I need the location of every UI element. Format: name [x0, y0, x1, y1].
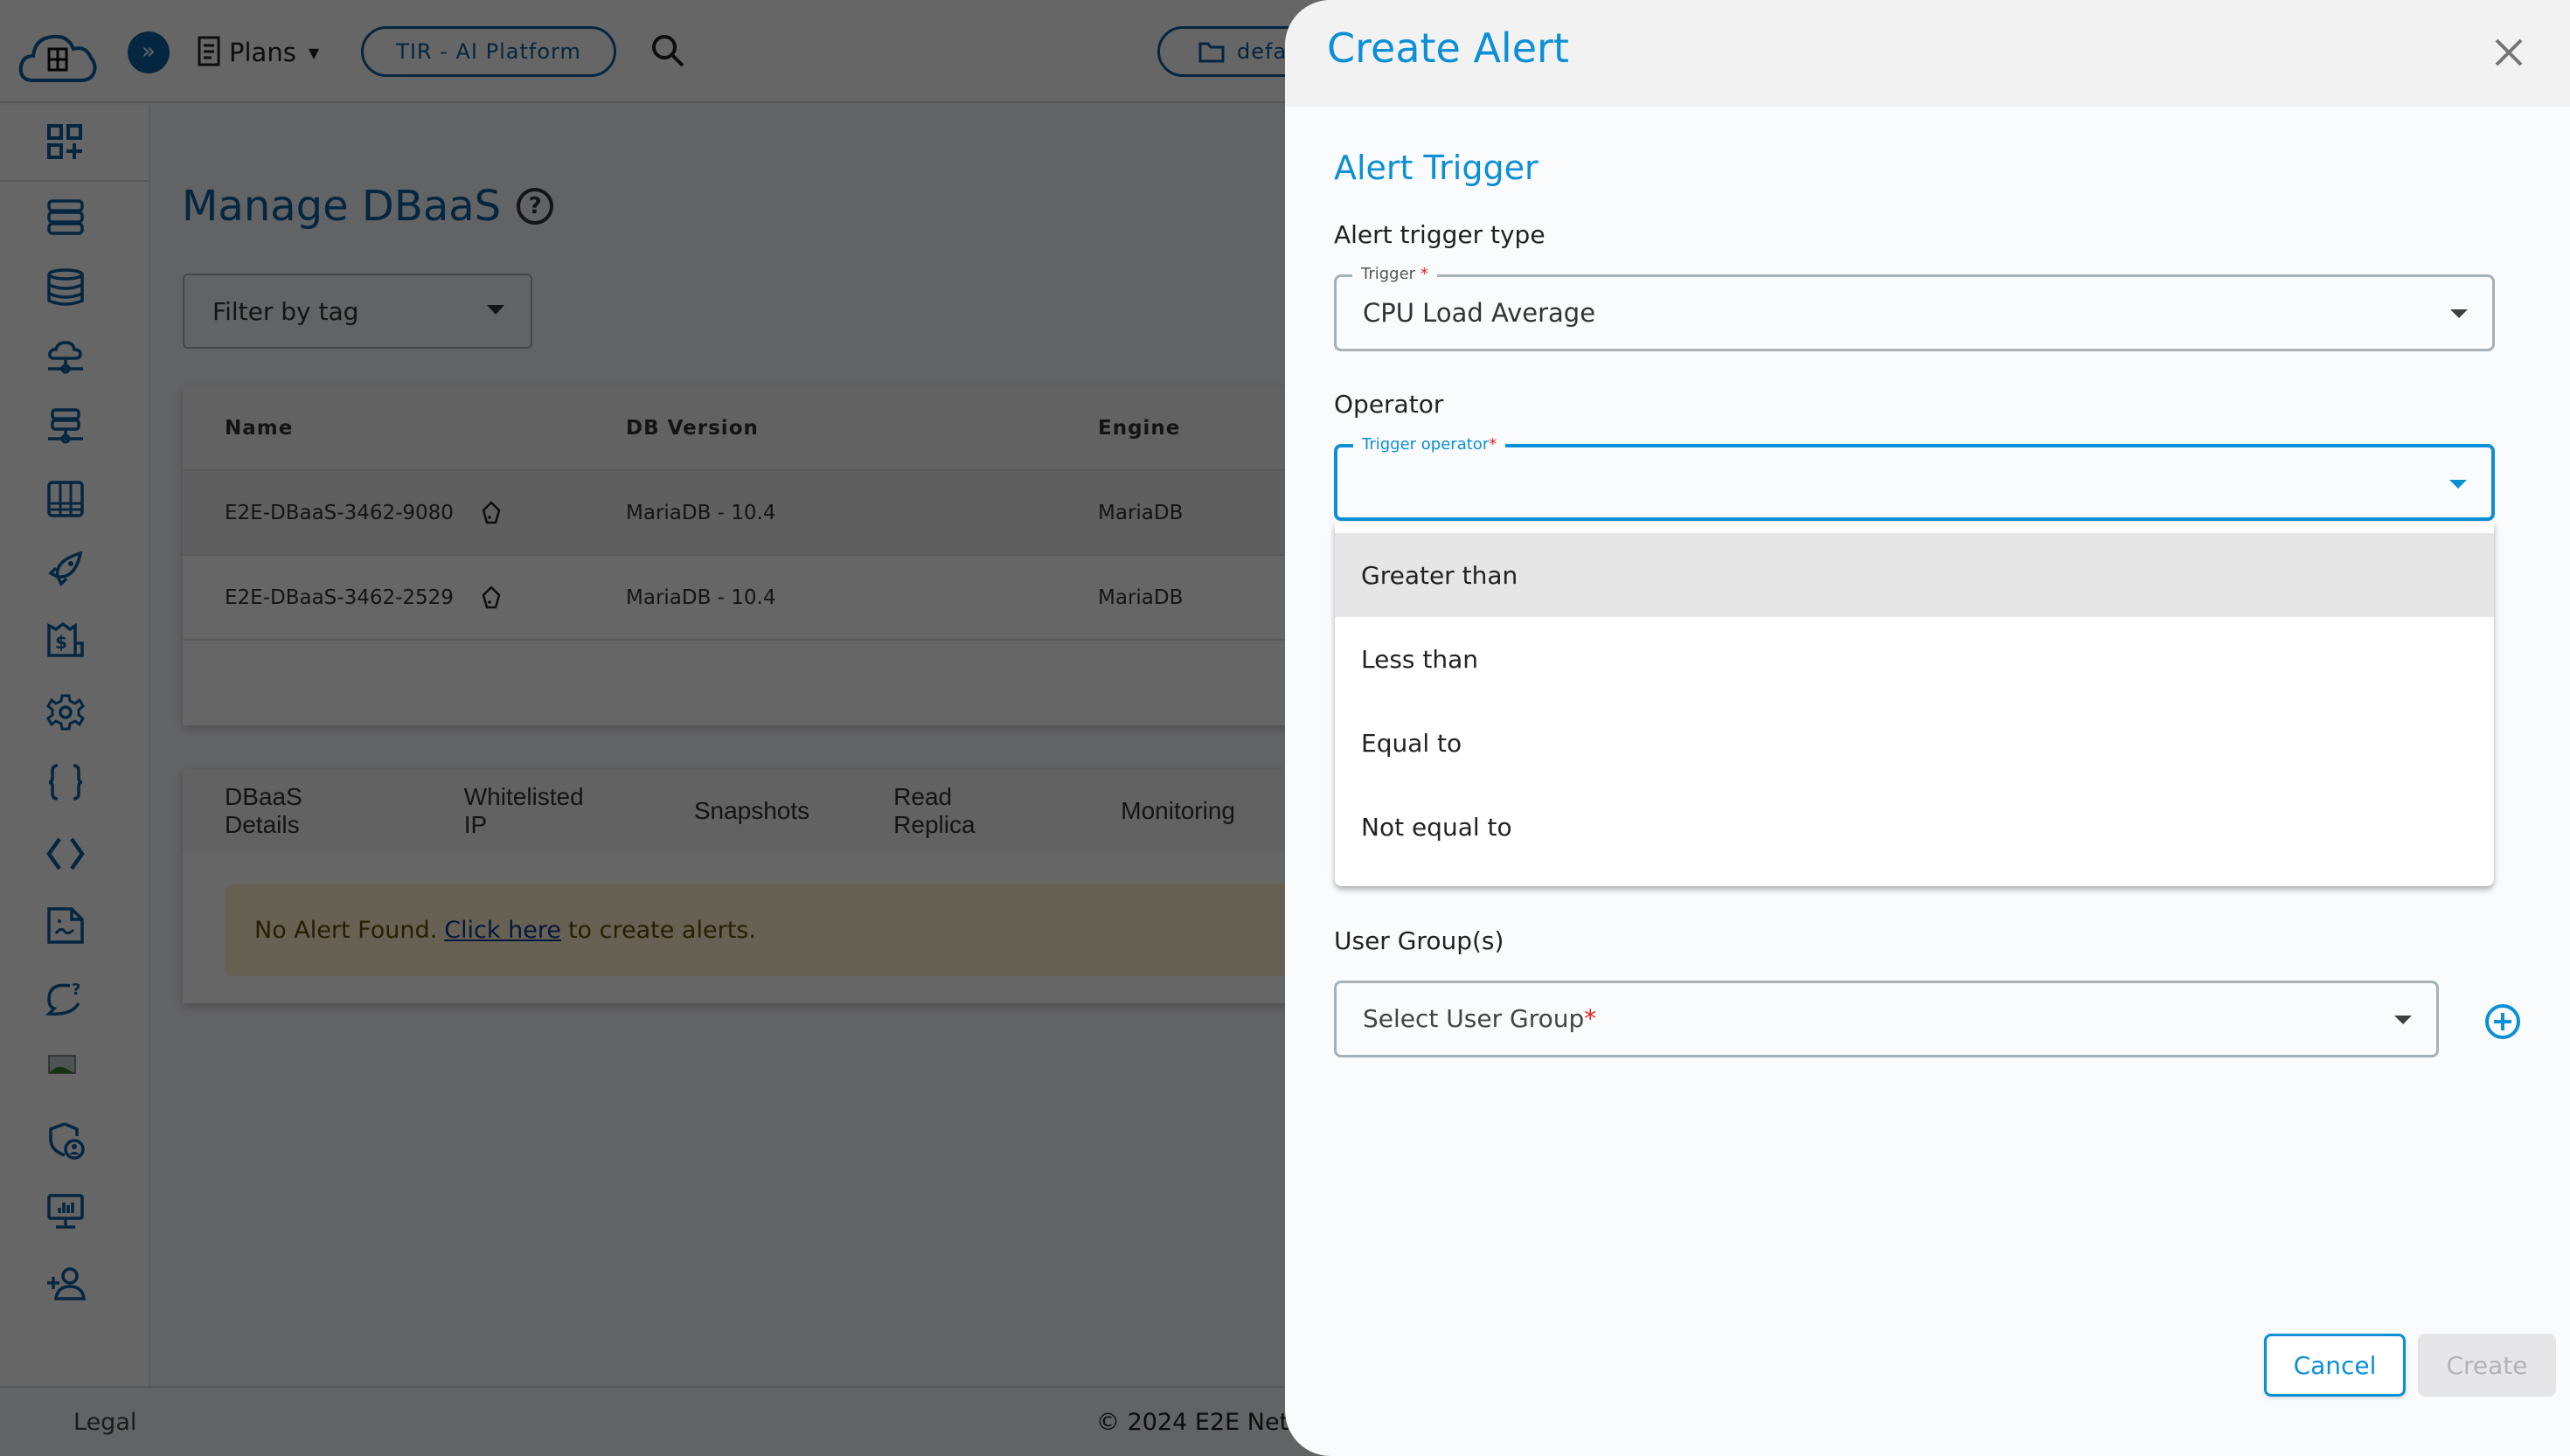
operator-label: Operator [1334, 390, 1444, 419]
trigger-select[interactable]: Trigger * CPU Load Average [1334, 265, 2495, 351]
user-group-placeholder: Select User Group* [1363, 1004, 1597, 1033]
user-group-label: User Group(s) [1334, 926, 1504, 955]
add-user-group-icon[interactable] [2484, 1003, 2521, 1040]
section-title-alert-trigger: Alert Trigger [1334, 149, 1539, 187]
chevron-down-icon [2450, 309, 2468, 318]
option-less-than[interactable]: Less than [1335, 617, 2494, 701]
drawer-header: Create Alert [1285, 0, 2570, 107]
create-alert-drawer: Create Alert Alert Trigger Alert trigger… [1285, 0, 2570, 1456]
create-button[interactable]: Create [2418, 1334, 2556, 1397]
close-icon[interactable] [2493, 37, 2525, 68]
trigger-type-label: Alert trigger type [1334, 220, 1545, 249]
chevron-down-icon [2449, 480, 2467, 489]
chevron-down-icon [2394, 1016, 2412, 1024]
option-equal-to[interactable]: Equal to [1335, 701, 2494, 785]
option-not-equal-to[interactable]: Not equal to [1335, 785, 2494, 869]
trigger-field-legend: Trigger * [1352, 265, 1437, 283]
drawer-title: Create Alert [1327, 24, 1569, 72]
user-group-select[interactable]: Select User Group* [1334, 981, 2439, 1057]
operator-field-legend: Trigger operator* [1353, 435, 1506, 454]
operator-dropdown-menu: Greater than Less than Equal to Not equa… [1335, 523, 2494, 886]
option-greater-than[interactable]: Greater than [1335, 533, 2494, 617]
cancel-button[interactable]: Cancel [2264, 1334, 2406, 1397]
trigger-value: CPU Load Average [1363, 298, 1596, 328]
trigger-operator-select[interactable]: Trigger operator* [1334, 435, 2495, 521]
